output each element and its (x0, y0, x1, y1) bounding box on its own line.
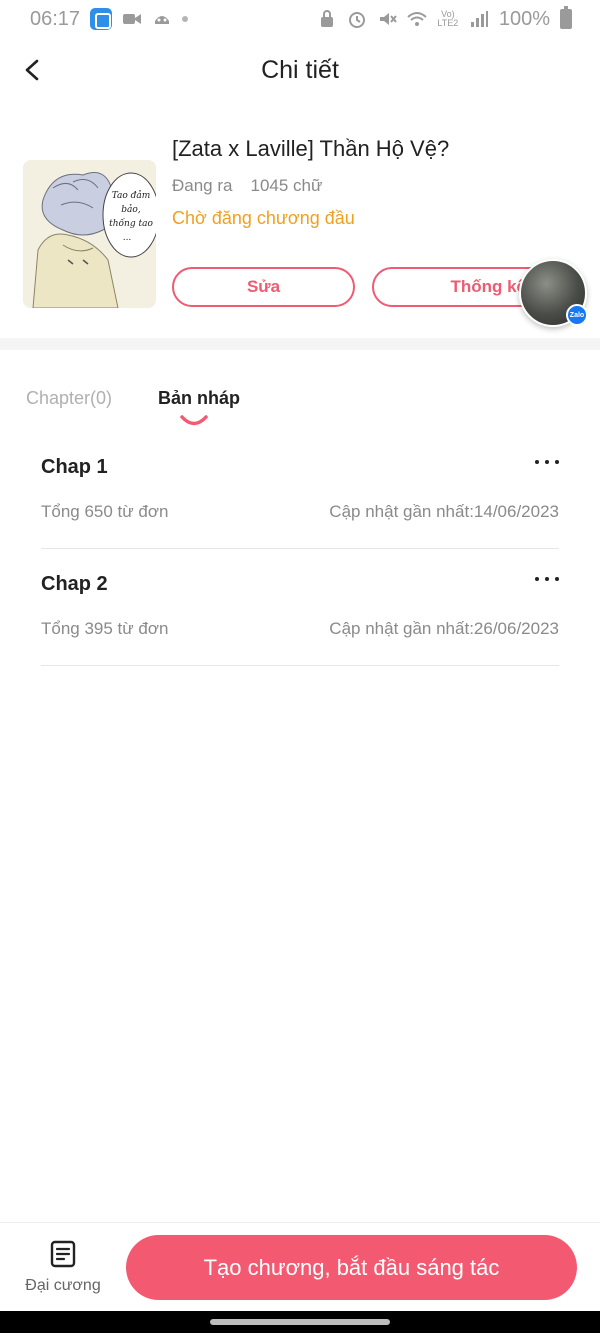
app-notification-icon (90, 8, 113, 30)
active-tab-indicator (180, 415, 208, 426)
lock-icon (320, 10, 333, 27)
section-divider (0, 338, 600, 350)
book-cover-image[interactable]: Tao đảm bảo, thống tao ... (23, 160, 156, 308)
bottom-action-bar: Đại cương Tạo chương, bắt đầu sáng tác (0, 1222, 600, 1311)
book-title: [Zata x Laville] Thần Hộ Vệ? (172, 136, 450, 161)
list-item[interactable]: Chap 2 Tổng 395 từ đơn Cập nhật gần nhất… (41, 549, 559, 666)
outline-button[interactable]: Đại cương (18, 1239, 108, 1303)
cover-text-line-3: thống tao (109, 218, 153, 229)
chapter-name: Chap 2 (41, 573, 108, 595)
document-icon (50, 1240, 76, 1268)
status-bar: 06:17 Vo) LTE2 100% (0, 0, 600, 38)
mute-icon (379, 13, 397, 25)
cover-text-line-1: Tao đảm (112, 190, 151, 201)
book-info-card: Tao đảm bảo, thống tao ... [Zata x Lavil… (0, 102, 600, 338)
edit-button[interactable]: Sửa (172, 267, 355, 307)
signal-icon (470, 11, 488, 27)
more-options-icon[interactable] (535, 452, 559, 472)
tab-chapter[interactable]: Chapter(0) (26, 388, 112, 409)
chapter-tabs: Chapter(0) Bản nháp (0, 370, 600, 430)
create-chapter-button[interactable]: Tạo chương, bắt đầu sáng tác (126, 1235, 577, 1300)
chapter-word-count: Tổng 395 từ đơn (41, 619, 169, 638)
more-notifications-dot (182, 16, 189, 22)
more-options-icon[interactable] (535, 569, 559, 589)
video-icon (123, 14, 142, 24)
top-header: Chi tiết (0, 38, 600, 102)
cover-illustration: Tao đảm bảo, thống tao ... (23, 160, 156, 308)
alarm-icon (348, 12, 365, 28)
battery-icon (560, 6, 572, 29)
floating-chat-head[interactable]: Zalo (519, 259, 589, 339)
tab-draft[interactable]: Bản nháp (158, 388, 240, 409)
chevron-left-icon (25, 59, 39, 81)
cover-text-line-2: bảo, (121, 204, 141, 215)
status-time: 06:17 (30, 7, 81, 30)
battery-percent: 100% (498, 7, 550, 30)
cover-text-line-4: ... (123, 233, 132, 243)
book-state: Đang ra (172, 176, 233, 195)
book-meta: Đang ra 1045 chữ (172, 176, 322, 196)
chapter-word-count: Tổng 650 từ đơn (41, 502, 169, 521)
chapter-last-updated: Cập nhật gần nhất:14/06/2023 (329, 502, 559, 521)
draft-chapter-list: Chap 1 Tổng 650 từ đơn Cập nhật gần nhất… (41, 432, 559, 666)
network-label: Vo) LTE2 (437, 9, 459, 28)
book-word-count: 1045 chữ (250, 176, 323, 195)
list-item[interactable]: Chap 1 Tổng 650 từ đơn Cập nhật gần nhất… (41, 432, 559, 549)
wifi-icon (407, 12, 427, 26)
zalo-badge: Zalo (566, 304, 588, 326)
back-button[interactable] (18, 52, 48, 88)
book-publish-status: Chờ đăng chương đầu (172, 208, 355, 228)
chapter-last-updated: Cập nhật gần nhất:26/06/2023 (329, 619, 559, 638)
home-gesture-handle[interactable] (210, 1319, 390, 1325)
system-navigation-bar (0, 1311, 600, 1333)
game-icon (155, 16, 170, 24)
page-title: Chi tiết (261, 55, 339, 84)
chapter-name: Chap 1 (41, 456, 108, 478)
outline-label: Đại cương (25, 1277, 101, 1294)
